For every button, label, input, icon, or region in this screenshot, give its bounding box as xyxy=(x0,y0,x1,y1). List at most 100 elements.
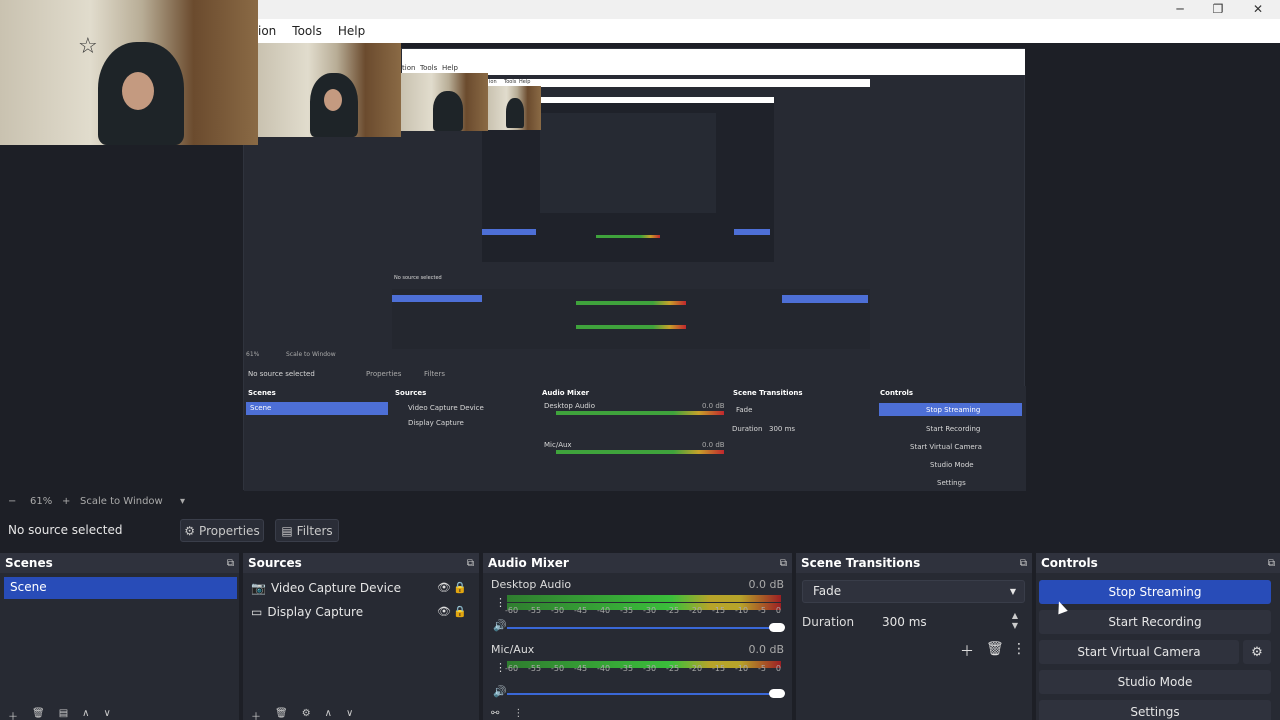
mini-scale: Scale to Window xyxy=(286,351,336,358)
scene-transitions-dock: Scene Transitions ⧉ Fade ▼ Duration 300 … xyxy=(796,553,1036,720)
db-tick-label: -5 xyxy=(758,664,766,673)
undock-icon[interactable]: ⧉ xyxy=(1268,558,1275,569)
move-down-icon[interactable]: ∨ xyxy=(346,708,353,720)
db-tick-label: -40 xyxy=(597,664,611,673)
gear-icon[interactable]: ⚙ xyxy=(302,708,311,720)
mini-rec-label: Start Recording xyxy=(926,425,981,433)
db-tick-label: -20 xyxy=(689,664,703,673)
link-icon[interactable]: ⚯ xyxy=(491,708,499,720)
mini-properties: Properties xyxy=(366,370,402,378)
db-tick-label: -30 xyxy=(643,606,657,615)
audio-mixer-title: Audio Mixer xyxy=(488,556,569,570)
start-virtual-camera-button[interactable]: Start Virtual Camera xyxy=(1039,640,1239,664)
settings-button[interactable]: Settings xyxy=(1039,700,1271,720)
webcam-overlay-large: ☆ xyxy=(0,0,258,145)
sources-title: Sources xyxy=(248,556,302,570)
mini-deep-meter xyxy=(596,235,660,238)
filter-icon[interactable]: ▤ xyxy=(59,708,68,720)
undock-icon[interactable]: ⧉ xyxy=(227,558,234,569)
scale-mode-select[interactable]: Scale to Window xyxy=(80,496,163,507)
trash-icon[interactable]: 🗑 xyxy=(986,641,1004,657)
menu-item-tools[interactable]: Tools xyxy=(292,24,322,38)
transition-value: Fade xyxy=(813,584,842,598)
duration-input[interactable]: 300 ms ▲ ▼ xyxy=(860,609,1026,633)
gear-icon[interactable]: ⚙ xyxy=(1243,640,1271,664)
controls-dock: Controls ⧉ Stop Streaming Start Recordin… xyxy=(1036,553,1280,720)
speaker-icon[interactable]: 🔊 xyxy=(493,685,507,698)
maximize-icon[interactable]: ❐ xyxy=(1198,2,1238,16)
channel-db: 0.0 dB xyxy=(748,578,784,591)
mini-transitions-title: Scene Transitions xyxy=(733,389,803,397)
desktop-volume-slider[interactable] xyxy=(507,627,777,629)
zoom-in-button[interactable]: + xyxy=(62,496,70,507)
add-icon[interactable]: ＋ xyxy=(960,641,974,661)
source-label: Video Capture Device xyxy=(270,581,401,595)
db-tick-label: -60 xyxy=(505,606,519,615)
mini-mic: Mic/Aux xyxy=(544,441,572,449)
move-up-icon[interactable]: ∧ xyxy=(325,708,332,720)
undock-icon[interactable]: ⧉ xyxy=(780,558,787,569)
speaker-icon[interactable]: 🔊 xyxy=(493,619,507,632)
move-up-icon[interactable]: ∧ xyxy=(82,708,89,720)
minimize-icon[interactable]: ─ xyxy=(1160,2,1200,16)
undock-icon[interactable]: ⧉ xyxy=(1020,558,1027,569)
db-tick-label: -60 xyxy=(505,664,519,673)
mini-status: No source selected xyxy=(248,370,315,378)
add-icon[interactable]: ＋ xyxy=(251,708,261,720)
transitions-title: Scene Transitions xyxy=(801,556,921,570)
mic-volume-knob[interactable] xyxy=(769,689,785,698)
move-down-icon[interactable]: ∨ xyxy=(103,708,110,720)
stop-streaming-button[interactable]: Stop Streaming xyxy=(1039,580,1271,604)
sources-dock: Sources ⧉ 📷 Video Capture Device 👁 🔒 ▭ D… xyxy=(243,553,483,720)
mini-menu-3: Help xyxy=(442,64,458,72)
trash-icon[interactable]: 🗑 xyxy=(32,708,45,720)
scene-list-item[interactable]: Scene xyxy=(4,577,237,599)
mini-stop-label: Stop Streaming xyxy=(926,406,981,414)
undock-icon[interactable]: ⧉ xyxy=(467,558,474,569)
chevron-up-icon[interactable]: ▲ xyxy=(1012,611,1018,620)
trash-icon[interactable]: 🗑 xyxy=(275,708,288,720)
sources-footer: ＋ 🗑 ⚙ ∧ ∨ xyxy=(243,708,479,720)
lock-icon[interactable]: 🔒 xyxy=(453,605,467,618)
transition-select[interactable]: Fade ▼ xyxy=(802,580,1025,603)
mini-db-1: 0.0 dB xyxy=(702,402,725,410)
menu-item-help[interactable]: Help xyxy=(338,24,365,38)
lock-icon[interactable]: 🔒 xyxy=(453,581,467,594)
zoom-out-button[interactable]: − xyxy=(8,496,16,507)
studio-mode-button[interactable]: Studio Mode xyxy=(1039,670,1271,694)
properties-button[interactable]: ⚙ Properties xyxy=(180,519,264,542)
db-tick-label: -50 xyxy=(551,664,565,673)
more-options-icon[interactable]: ⋮ xyxy=(1012,641,1026,657)
scenes-footer: ＋ 🗑 ▤ ∧ ∨ xyxy=(0,708,239,720)
db-tick-label: -55 xyxy=(528,606,542,615)
mini-menubar xyxy=(402,63,1025,75)
db-tick-label: -10 xyxy=(735,664,749,673)
close-icon[interactable]: ✕ xyxy=(1238,2,1278,16)
menu-item-edition[interactable]: ion xyxy=(258,24,276,38)
eye-icon[interactable]: 👁 xyxy=(437,581,451,594)
gear-icon: ⚙ xyxy=(184,523,196,538)
scenes-header: Scenes ⧉ xyxy=(0,553,239,573)
chevron-down-icon: ▼ xyxy=(1009,587,1016,596)
mini-db-2: 0.0 dB xyxy=(702,441,725,449)
mini-zoom: 61% xyxy=(246,351,260,358)
mic-volume-slider[interactable] xyxy=(507,693,777,695)
add-icon[interactable]: ＋ xyxy=(8,708,18,720)
webcam-overlay-tiny xyxy=(488,86,541,130)
filters-button[interactable]: ▤ Filters xyxy=(275,519,339,542)
mini-src-1: Video Capture Device xyxy=(408,404,484,412)
mini-desktop-meter xyxy=(556,411,724,415)
source-label: Display Capture xyxy=(267,605,364,619)
eye-icon[interactable]: 👁 xyxy=(437,605,451,618)
mini-duration-val: 300 ms xyxy=(769,425,796,433)
db-scale: -60 -55 -50 -45 -40 -35 -30 -25 -20 -15 -10 -5 0 xyxy=(505,606,781,615)
chevron-down-icon[interactable]: ▼ xyxy=(1012,621,1018,630)
mini-no-source: No source selected xyxy=(394,275,442,281)
more-options-icon[interactable]: ⋮ xyxy=(513,708,523,720)
start-recording-button[interactable]: Start Recording xyxy=(1039,610,1271,634)
mini-scene-selected xyxy=(392,295,482,302)
zoom-level: 61% xyxy=(30,496,53,507)
desktop-volume-knob[interactable] xyxy=(769,623,785,632)
chevron-down-icon[interactable]: ▾ xyxy=(180,496,185,507)
db-tick-label: -15 xyxy=(712,606,726,615)
